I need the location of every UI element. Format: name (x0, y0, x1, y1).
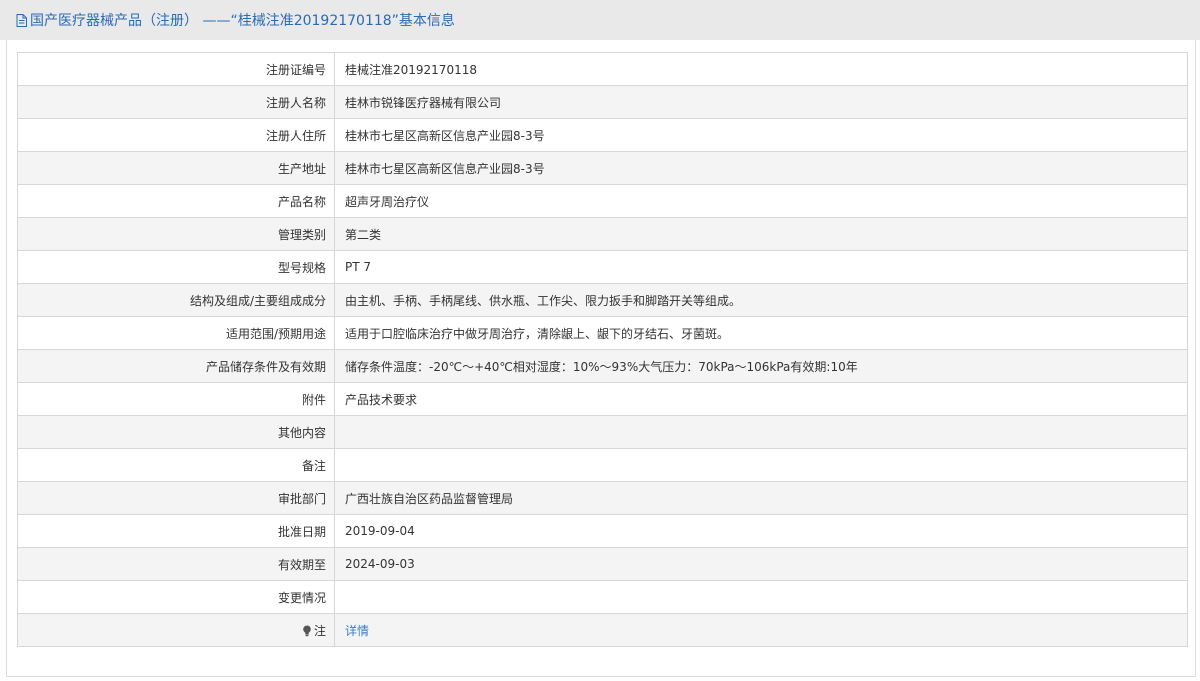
field-value-structure-composition: 由主机、手柄、手柄尾线、供水瓶、工作尖、限力扳手和脚踏开关等组成。 (334, 283, 1188, 317)
page: 国产医疗器械产品（注册） ——“桂械注准20192170118”基本信息 注册证… (0, 0, 1200, 681)
note-label: 注 (313, 623, 326, 638)
field-value-remarks (334, 448, 1188, 482)
field-label-structure-composition: 结构及组成/主要组成成分 (17, 283, 335, 317)
field-label-other-content: 其他内容 (17, 415, 335, 449)
table-row: 注册人住所 桂林市七星区高新区信息产业园8-3号 (17, 118, 1188, 152)
field-value-storage-validity: 储存条件温度：-20℃～+40℃相对湿度：10%～93%大气压力：70kPa～1… (334, 349, 1188, 383)
field-label-model-spec: 型号规格 (17, 250, 335, 284)
field-label-management-category: 管理类别 (17, 217, 335, 251)
table-row: 其他内容 (17, 415, 1188, 449)
table-row: 附件 产品技术要求 (17, 382, 1188, 416)
field-value-other-content (334, 415, 1188, 449)
field-value-registrant-name: 桂林市锐锋医疗器械有限公司 (334, 85, 1188, 119)
field-value-note: 详情 (334, 613, 1188, 647)
field-value-production-address: 桂林市七星区高新区信息产业园8-3号 (334, 151, 1188, 185)
field-label-approval-department: 审批部门 (17, 481, 335, 515)
field-label-registration-number: 注册证编号 (17, 52, 335, 86)
table-row: 管理类别 第二类 (17, 217, 1188, 251)
field-value-change-history (334, 580, 1188, 614)
field-value-approval-department: 广西壮族自治区药品监督管理局 (334, 481, 1188, 515)
field-label-registrant-name: 注册人名称 (17, 85, 335, 119)
table-row: 审批部门 广西壮族自治区药品监督管理局 (17, 481, 1188, 515)
table-row: 有效期至 2024-09-03 (17, 547, 1188, 581)
field-label-note: 注 (17, 613, 335, 647)
table-row: 备注 (17, 448, 1188, 482)
info-panel: 注册证编号 桂械注准20192170118 注册人名称 桂林市锐锋医疗器械有限公… (6, 40, 1196, 677)
field-label-remarks: 备注 (17, 448, 335, 482)
field-label-production-address: 生产地址 (17, 151, 335, 185)
page-title: 国产医疗器械产品（注册） ——“桂械注准20192170118”基本信息 (30, 13, 455, 29)
table-row: 注册证编号 桂械注准20192170118 (17, 52, 1188, 86)
field-value-valid-until: 2024-09-03 (334, 547, 1188, 581)
table-row: 结构及组成/主要组成成分 由主机、手柄、手柄尾线、供水瓶、工作尖、限力扳手和脚踏… (17, 283, 1188, 317)
page-header: 国产医疗器械产品（注册） ——“桂械注准20192170118”基本信息 (0, 0, 1200, 40)
field-label-approval-date: 批准日期 (17, 514, 335, 548)
info-table-body: 注册证编号 桂械注准20192170118 注册人名称 桂林市锐锋医疗器械有限公… (17, 52, 1188, 647)
table-row: 变更情况 (17, 580, 1188, 614)
table-row: 适用范围/预期用途 适用于口腔临床治疗中做牙周治疗，清除龈上、龈下的牙结石、牙菌… (17, 316, 1188, 350)
field-label-attachment: 附件 (17, 382, 335, 416)
info-table: 注册证编号 桂械注准20192170118 注册人名称 桂林市锐锋医疗器械有限公… (17, 52, 1188, 647)
field-label-registrant-address: 注册人住所 (17, 118, 335, 152)
field-label-product-name: 产品名称 (17, 184, 335, 218)
table-row: 生产地址 桂林市七星区高新区信息产业园8-3号 (17, 151, 1188, 185)
field-value-model-spec: PT 7 (334, 250, 1188, 284)
lightbulb-icon (303, 625, 311, 636)
details-link[interactable]: 详情 (345, 624, 369, 638)
field-label-change-history: 变更情况 (17, 580, 335, 614)
field-value-intended-use: 适用于口腔临床治疗中做牙周治疗，清除龈上、龈下的牙结石、牙菌斑。 (334, 316, 1188, 350)
field-value-management-category: 第二类 (334, 217, 1188, 251)
field-label-intended-use: 适用范围/预期用途 (17, 316, 335, 350)
table-row: 产品储存条件及有效期 储存条件温度：-20℃～+40℃相对湿度：10%～93%大… (17, 349, 1188, 383)
document-icon (16, 13, 27, 27)
table-row: 产品名称 超声牙周治疗仪 (17, 184, 1188, 218)
field-label-valid-until: 有效期至 (17, 547, 335, 581)
field-value-registration-number: 桂械注准20192170118 (334, 52, 1188, 86)
table-row: 型号规格 PT 7 (17, 250, 1188, 284)
table-row: 注 详情 (17, 613, 1188, 647)
field-value-attachment: 产品技术要求 (334, 382, 1188, 416)
field-value-registrant-address: 桂林市七星区高新区信息产业园8-3号 (334, 118, 1188, 152)
field-value-product-name: 超声牙周治疗仪 (334, 184, 1188, 218)
table-row: 批准日期 2019-09-04 (17, 514, 1188, 548)
field-label-storage-validity: 产品储存条件及有效期 (17, 349, 335, 383)
field-value-approval-date: 2019-09-04 (334, 514, 1188, 548)
table-row: 注册人名称 桂林市锐锋医疗器械有限公司 (17, 85, 1188, 119)
